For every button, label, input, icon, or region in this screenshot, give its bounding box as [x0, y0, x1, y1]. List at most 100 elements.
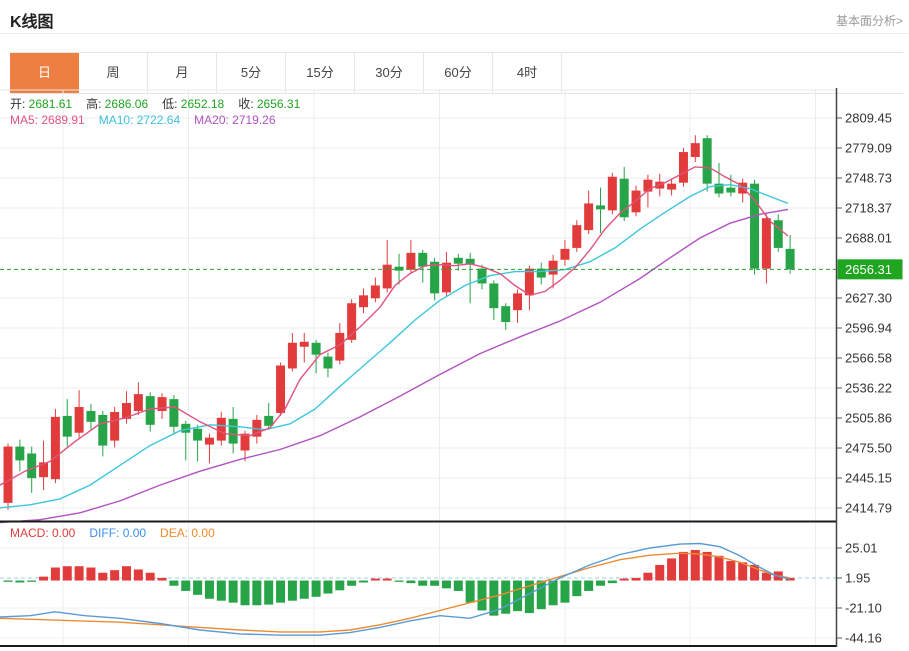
candle-body [489, 283, 498, 308]
y-axis-label: 2414.79 [845, 501, 892, 516]
macd-histogram-bar [134, 569, 143, 580]
macd-histogram-bar [632, 578, 641, 581]
candle-body [98, 415, 107, 446]
macd-histogram-bar [655, 565, 664, 581]
legend-item: 高: 2686.06 [86, 97, 148, 111]
macd-histogram-bar [75, 566, 84, 580]
candle-body [169, 399, 178, 427]
macd-histogram-bar [406, 581, 415, 584]
candle-body [15, 447, 24, 461]
candle-body [430, 262, 439, 294]
macd-histogram-bar [288, 581, 297, 601]
macd-legend: MACD: 0.00DIFF: 0.00DEA: 0.00 [10, 526, 229, 540]
macd-histogram-bar [86, 568, 95, 581]
candle-body [395, 267, 404, 271]
macd-histogram-bar [229, 581, 238, 603]
y-axis-label: 2809.45 [845, 111, 892, 126]
candle-body [786, 249, 795, 269]
candle-body [51, 417, 60, 479]
legend-item: MA10: 2722.64 [99, 113, 180, 127]
candle-body [359, 295, 368, 307]
macd-histogram-bar [478, 581, 487, 611]
y-axis-label: 2718.37 [845, 201, 892, 216]
candle-body [323, 357, 332, 369]
kline-page: K线图 基本面分析> 日周月5分15分30分60分4时 2809.452779.… [0, 0, 909, 651]
candle-body [110, 412, 119, 441]
candle-body [63, 416, 72, 437]
candle-body [537, 269, 546, 278]
macd-histogram-bar [596, 581, 605, 586]
macd-histogram-bar [300, 581, 309, 599]
candle-body [620, 179, 629, 218]
macd-histogram-bar [15, 581, 24, 583]
macd-histogram-bar [359, 581, 368, 583]
macd-histogram-bar [169, 581, 178, 586]
macd-histogram-bar [679, 552, 688, 581]
macd-histogram-bar [252, 581, 261, 606]
ma-legend: MA5: 2689.91MA10: 2722.64MA20: 2719.26 [10, 113, 290, 127]
candle-body [371, 285, 380, 298]
candle-body [312, 343, 321, 355]
macd-histogram-bar [430, 581, 439, 586]
legend-item: DIFF: 0.00 [89, 526, 146, 540]
y-axis-label: 2596.94 [845, 321, 892, 336]
candle-body [703, 138, 712, 183]
candle-body [596, 205, 605, 209]
macd-histogram-bar [98, 573, 107, 581]
macd-histogram-bar [347, 581, 356, 586]
candle-body [406, 253, 415, 270]
legend-item: 低: 2652.18 [162, 97, 224, 111]
macd-histogram-bar [312, 581, 321, 597]
macd-histogram-bar [466, 581, 475, 603]
legend-item: MA20: 2719.26 [194, 113, 275, 127]
current-price-label: 2656.31 [845, 262, 892, 277]
candle-body [774, 220, 783, 248]
macd-histogram-bar [4, 581, 13, 582]
macd-histogram-bar [667, 558, 676, 580]
macd-histogram-bar [549, 581, 558, 606]
macd-histogram-bar [620, 579, 629, 581]
macd-histogram-bar [395, 581, 404, 582]
candle-body [667, 184, 676, 190]
macd-axis-label: 25.01 [845, 540, 878, 555]
macd-histogram-bar [39, 577, 48, 581]
candle-body [679, 152, 688, 183]
y-axis-label: 2688.01 [845, 231, 892, 246]
macd-histogram-bar [560, 581, 569, 603]
candle-body [75, 407, 84, 433]
macd-histogram-bar [323, 581, 332, 594]
candle-body [205, 438, 214, 445]
macd-histogram-bar [572, 581, 581, 597]
candle-body [300, 342, 309, 347]
candle-body [276, 366, 285, 413]
macd-histogram-bar [122, 566, 131, 580]
macd-histogram-bar [193, 581, 202, 595]
candle-body [264, 416, 273, 426]
legend-item: 收: 2656.31 [238, 97, 300, 111]
y-axis-label: 2536.22 [845, 381, 892, 396]
candle-body [193, 429, 202, 441]
macd-histogram-bar [501, 581, 510, 614]
macd-histogram-bar [158, 578, 167, 581]
macd-histogram-bar [537, 581, 546, 610]
macd-histogram-bar [442, 581, 451, 589]
candle-body [691, 143, 700, 157]
macd-histogram-bar [335, 581, 344, 591]
candle-body [513, 293, 522, 310]
macd-histogram-bar [181, 581, 190, 591]
macd-axis-label: 1.95 [845, 571, 870, 586]
candle-body [501, 306, 510, 322]
candle-body [549, 261, 558, 275]
macd-histogram-bar [513, 581, 522, 612]
macd-histogram-bar [608, 581, 617, 584]
y-axis-label: 2475.50 [845, 441, 892, 456]
y-axis-label: 2779.09 [845, 141, 892, 156]
macd-histogram-bar [110, 570, 119, 580]
macd-histogram-bar [584, 581, 593, 591]
candle-body [288, 343, 297, 369]
macd-axis-label: -21.10 [845, 600, 882, 615]
legend-item: MACD: 0.00 [10, 526, 75, 540]
macd-histogram-bar [276, 581, 285, 603]
macd-histogram-bar [264, 581, 273, 605]
candle-body [726, 188, 735, 193]
